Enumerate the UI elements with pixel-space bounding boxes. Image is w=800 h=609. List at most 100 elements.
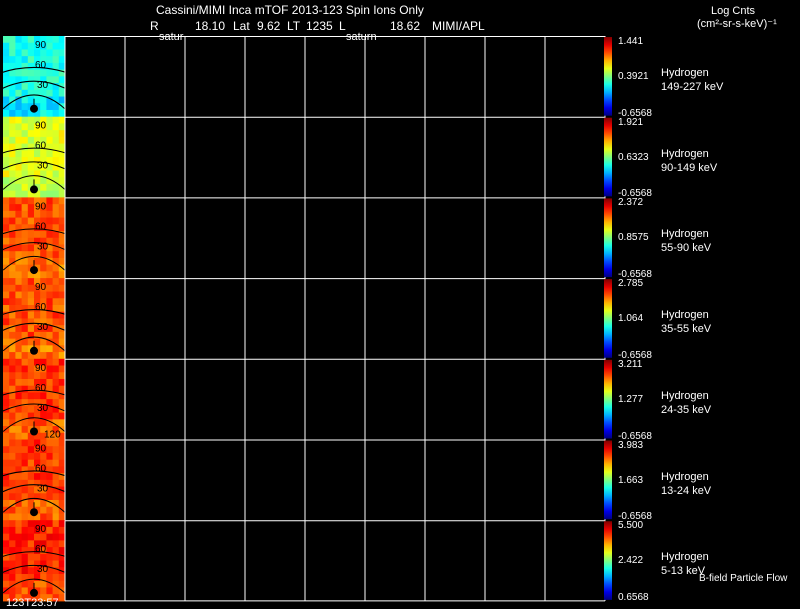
sky-map-cell <box>9 540 16 548</box>
sky-map-cell <box>46 204 54 212</box>
sky-map-cell <box>21 123 29 131</box>
sky-map-cell <box>21 452 29 461</box>
sky-map-cell <box>52 237 60 245</box>
sky-map-cell <box>21 257 29 266</box>
species-label: Hydrogen <box>661 470 709 483</box>
sky-map-cell <box>3 500 10 508</box>
sky-map-cell <box>46 358 54 367</box>
sky-map-cell <box>9 170 16 178</box>
sky-map-cell <box>27 412 35 420</box>
sky-map-cell <box>52 459 60 467</box>
sky-map-cell <box>46 197 54 205</box>
sky-map-cell <box>15 204 23 212</box>
sky-map-cell <box>15 372 23 380</box>
sky-map-cell <box>3 412 10 420</box>
energy-label: 35-55 keV <box>661 323 712 336</box>
sky-map-cell <box>15 574 23 582</box>
sky-map-cell <box>3 123 10 131</box>
sky-map-cell <box>46 439 54 447</box>
sky-map-cell <box>27 143 35 151</box>
l-value: 18.62 <box>390 19 421 33</box>
sky-map-cell <box>3 479 10 488</box>
sky-map-cell <box>27 520 35 528</box>
sky-map-cell <box>27 399 35 407</box>
sky-map-cell <box>3 170 10 178</box>
sky-map-cell <box>21 473 29 481</box>
sky-map-cell <box>15 520 23 528</box>
sky-map-cell <box>52 345 60 353</box>
sky-map-cell <box>27 493 35 501</box>
sky-map-cell <box>21 365 29 373</box>
sky-map-cell <box>27 291 35 299</box>
sky-map-cell <box>52 574 60 582</box>
sky-map-cell <box>52 109 60 118</box>
sky-map-cell <box>9 587 16 595</box>
sky-map-cell <box>52 103 60 111</box>
sky-map-cell <box>27 318 35 326</box>
sky-map-cell <box>3 204 10 212</box>
sky-map-cell <box>3 251 10 259</box>
sky-map-cell <box>27 224 35 232</box>
scale-max-label: 1.441 <box>618 36 644 47</box>
r-value: 18.10 <box>195 19 226 33</box>
sky-map-cell <box>3 197 10 205</box>
r-label: R <box>150 19 159 33</box>
color-bar <box>604 521 612 600</box>
sky-map-cell <box>21 500 29 508</box>
sky-map-cell <box>58 224 66 232</box>
sky-map-cell <box>27 76 35 84</box>
sky-map-cell <box>3 574 10 582</box>
sky-map-cell <box>46 42 54 50</box>
sky-map-cell <box>3 378 10 387</box>
sky-map-cell <box>46 231 54 239</box>
panel-6: 90 60 30 <box>0 439 612 521</box>
sky-map-cell <box>27 325 35 333</box>
sky-map-cell <box>21 466 29 474</box>
sky-map-cell <box>58 385 66 393</box>
sky-map-cell <box>46 587 54 595</box>
sky-map-cell <box>58 190 66 198</box>
sky-map-cell <box>21 352 29 360</box>
scale-mid-label: 1.277 <box>618 393 644 405</box>
energy-label: 5-13 keV <box>661 565 706 578</box>
sky-map-cell <box>52 298 60 306</box>
panel-3: 90 60 30 <box>0 197 612 279</box>
sky-map-cell <box>58 197 66 205</box>
sky-map-cell <box>15 49 23 57</box>
sky-map-cell <box>9 345 16 353</box>
sky-map-cell <box>3 399 10 407</box>
sky-map-cell <box>27 479 35 488</box>
units-line2: (cm²-sr-s-keV)⁻¹ <box>697 18 777 30</box>
sky-map-cell <box>52 526 60 535</box>
sky-map-cell <box>9 251 16 259</box>
sky-map-cell <box>21 345 29 353</box>
sky-map-cell <box>21 459 29 467</box>
sky-map-cell <box>58 466 66 474</box>
sky-map-cell <box>21 150 29 158</box>
sky-map-cell <box>40 183 47 192</box>
sky-map-cell <box>46 352 54 360</box>
sky-map-cell <box>3 190 10 198</box>
sky-map-cell <box>58 109 66 118</box>
sky-map-cell <box>52 123 60 131</box>
sky-map-cell <box>27 49 35 57</box>
sky-map-cell <box>27 452 35 461</box>
sky-map-cell <box>58 291 66 299</box>
sky-map-cell <box>3 36 10 44</box>
sky-map-cell <box>58 338 66 346</box>
panel-1: 90 60 30 <box>0 36 612 118</box>
sky-map-cell <box>52 190 60 198</box>
sky-map-cell <box>3 365 10 373</box>
sky-map-cell <box>3 513 10 521</box>
species-label: Hydrogen <box>661 67 709 79</box>
sky-map-cell <box>21 567 29 575</box>
sky-map-cell <box>21 177 29 185</box>
sky-map-cell <box>27 540 35 548</box>
sky-map-cell <box>15 83 23 91</box>
sky-map-cell <box>9 103 16 111</box>
sky-map-angle-label: 60 <box>35 383 47 394</box>
sky-map-cell <box>27 163 35 172</box>
sky-map-cell <box>3 432 10 441</box>
sky-map-cell <box>58 237 66 245</box>
sky-map-cell <box>52 540 60 548</box>
